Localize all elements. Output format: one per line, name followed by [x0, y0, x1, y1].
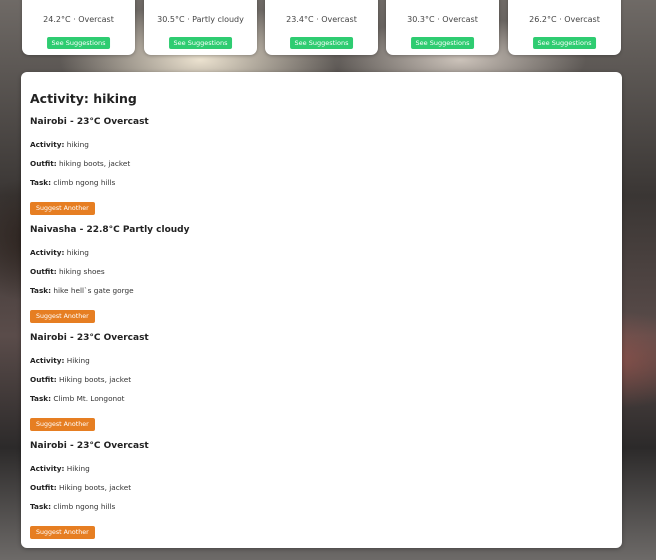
weather-condition: Overcast: [321, 15, 357, 24]
see-suggestions-button[interactable]: See Suggestions: [168, 37, 233, 49]
weather-summary: 30.3°C · Overcast: [386, 15, 499, 24]
activity-label: Activity:: [30, 248, 65, 257]
entry-title: Nairobi - 23°C Overcast: [30, 117, 149, 127]
weather-cards-row: 24.2°C · Overcast See Suggestions 30.5°C…: [0, 0, 656, 60]
weather-temp: 30.3°C: [407, 15, 435, 24]
entry-outfit-row: Outfit: hiking shoes: [30, 267, 105, 276]
see-suggestions-button[interactable]: See Suggestions: [532, 37, 597, 49]
activity-value: hiking: [66, 140, 89, 149]
task-value: Climb Mt. Longonot: [53, 394, 125, 403]
weather-card: 30.3°C · Overcast See Suggestions: [386, 0, 499, 55]
weather-condition: Partly cloudy: [192, 15, 244, 24]
panel-title: Activity: hiking: [30, 91, 137, 106]
activity-label: Activity:: [30, 140, 65, 149]
entry-activity-row: Activity: Hiking: [30, 356, 90, 365]
suggestion-entry: Nairobi - 23°C Overcast Activity: Hiking…: [30, 333, 610, 441]
weather-condition: Overcast: [442, 15, 478, 24]
task-label: Task:: [30, 178, 52, 187]
weather-temp: 24.2°C: [43, 15, 71, 24]
entry-activity-row: Activity: hiking: [30, 140, 89, 149]
entry-outfit-row: Outfit: Hiking boots, jacket: [30, 483, 131, 492]
entry-outfit-row: Outfit: hiking boots, jacket: [30, 159, 130, 168]
entry-task-row: Task: hike hell`s gate gorge: [30, 286, 134, 295]
task-value: climb ngong hills: [53, 502, 116, 511]
weather-condition: Overcast: [78, 15, 114, 24]
entry-title: Naivasha - 22.8°C Partly cloudy: [30, 225, 190, 235]
entry-outfit-row: Outfit: Hiking boots, jacket: [30, 375, 131, 384]
activity-value: Hiking: [66, 464, 90, 473]
weather-card: 23.4°C · Overcast See Suggestions: [265, 0, 378, 55]
task-value: hike hell`s gate gorge: [53, 286, 134, 295]
weather-card: 30.5°C · Partly cloudy See Suggestions: [144, 0, 257, 55]
suggestion-entry: Nairobi - 23°C Overcast Activity: hiking…: [30, 117, 610, 225]
see-suggestions-button[interactable]: See Suggestions: [410, 37, 475, 49]
task-label: Task:: [30, 502, 52, 511]
see-suggestions-button[interactable]: See Suggestions: [46, 37, 111, 49]
outfit-value: Hiking boots, jacket: [59, 483, 132, 492]
suggest-another-button[interactable]: Suggest Another: [30, 526, 95, 539]
entry-activity-row: Activity: hiking: [30, 248, 89, 257]
weather-condition: Overcast: [564, 15, 600, 24]
suggest-another-button[interactable]: Suggest Another: [30, 418, 95, 431]
weather-card: 24.2°C · Overcast See Suggestions: [22, 0, 135, 55]
activity-value: Hiking: [66, 356, 90, 365]
weather-summary: 30.5°C · Partly cloudy: [144, 15, 257, 24]
suggestion-entry: Nairobi - 23°C Overcast Activity: Hiking…: [30, 441, 610, 549]
outfit-value: hiking boots, jacket: [59, 159, 131, 168]
outfit-label: Outfit:: [30, 375, 57, 384]
weather-summary: 24.2°C · Overcast: [22, 15, 135, 24]
outfit-label: Outfit:: [30, 159, 57, 168]
entry-title: Nairobi - 23°C Overcast: [30, 333, 149, 343]
entry-title: Nairobi - 23°C Overcast: [30, 441, 149, 451]
activity-value: hiking: [66, 248, 89, 257]
entry-task-row: Task: climb ngong hills: [30, 178, 115, 187]
activity-label: Activity:: [30, 356, 65, 365]
weather-temp: 23.4°C: [286, 15, 314, 24]
weather-summary: 23.4°C · Overcast: [265, 15, 378, 24]
weather-temp: 30.5°C: [157, 15, 185, 24]
task-label: Task:: [30, 286, 52, 295]
task-label: Task:: [30, 394, 52, 403]
see-suggestions-button[interactable]: See Suggestions: [289, 37, 354, 49]
entry-activity-row: Activity: Hiking: [30, 464, 90, 473]
outfit-label: Outfit:: [30, 267, 57, 276]
outfit-value: hiking shoes: [59, 267, 105, 276]
suggest-another-button[interactable]: Suggest Another: [30, 310, 95, 323]
weather-temp: 26.2°C: [529, 15, 557, 24]
weather-summary: 26.2°C · Overcast: [508, 15, 621, 24]
suggest-another-button[interactable]: Suggest Another: [30, 202, 95, 215]
entry-task-row: Task: climb ngong hills: [30, 502, 115, 511]
suggestion-entry: Naivasha - 22.8°C Partly cloudy Activity…: [30, 225, 610, 333]
task-value: climb ngong hills: [53, 178, 116, 187]
outfit-value: Hiking boots, jacket: [59, 375, 132, 384]
activity-panel: Activity: hiking Nairobi - 23°C Overcast…: [21, 72, 622, 548]
weather-card: 26.2°C · Overcast See Suggestions: [508, 0, 621, 55]
entry-task-row: Task: Climb Mt. Longonot: [30, 394, 124, 403]
activity-label: Activity:: [30, 464, 65, 473]
outfit-label: Outfit:: [30, 483, 57, 492]
